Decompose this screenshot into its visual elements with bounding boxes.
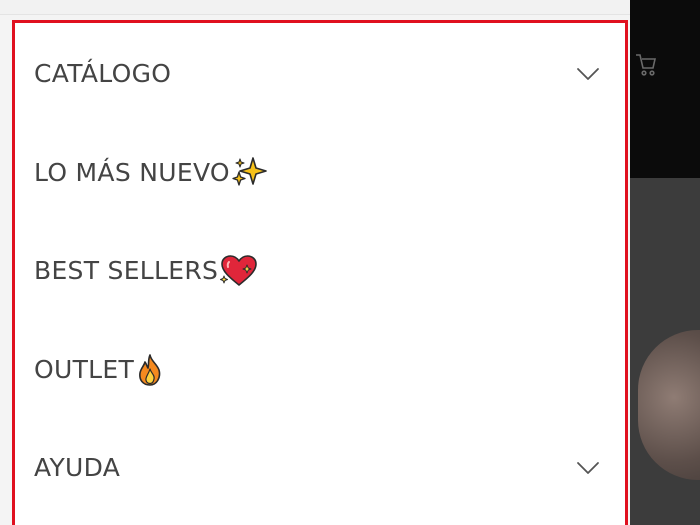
cart-icon[interactable] bbox=[634, 52, 656, 78]
background-header bbox=[630, 0, 700, 178]
sparkling-heart-icon bbox=[219, 254, 259, 288]
browser-top-strip bbox=[0, 0, 700, 15]
menu-item-lo-mas-nuevo[interactable]: LO MÁS NUEVO bbox=[15, 148, 625, 247]
fire-icon bbox=[135, 353, 165, 387]
chevron-down-icon[interactable] bbox=[575, 457, 601, 479]
menu-item-label: LO MÁS NUEVO bbox=[34, 148, 267, 198]
menu-item-best-sellers[interactable]: BEST SELLERS bbox=[15, 246, 625, 345]
menu-item-catalogo[interactable]: CATÁLOGO bbox=[15, 49, 625, 148]
menu-item-label: BEST SELLERS bbox=[34, 246, 259, 296]
menu-item-label: AYUDA bbox=[34, 453, 121, 482]
menu-item-outlet[interactable]: OUTLET bbox=[15, 345, 625, 444]
chevron-down-icon[interactable] bbox=[575, 63, 601, 85]
menu-list: CATÁLOGO LO MÁS NUEVO BEST SELLERS OUTLE… bbox=[15, 49, 625, 525]
sparkles-icon bbox=[231, 156, 267, 190]
menu-item-label: OUTLET bbox=[34, 345, 165, 395]
menu-item-label: CATÁLOGO bbox=[34, 59, 172, 88]
app-stage: CATÁLOGO LO MÁS NUEVO BEST SELLERS OUTLE… bbox=[0, 0, 700, 525]
mobile-menu-drawer: CATÁLOGO LO MÁS NUEVO BEST SELLERS OUTLE… bbox=[12, 20, 628, 525]
menu-item-ayuda[interactable]: AYUDA bbox=[15, 443, 625, 525]
